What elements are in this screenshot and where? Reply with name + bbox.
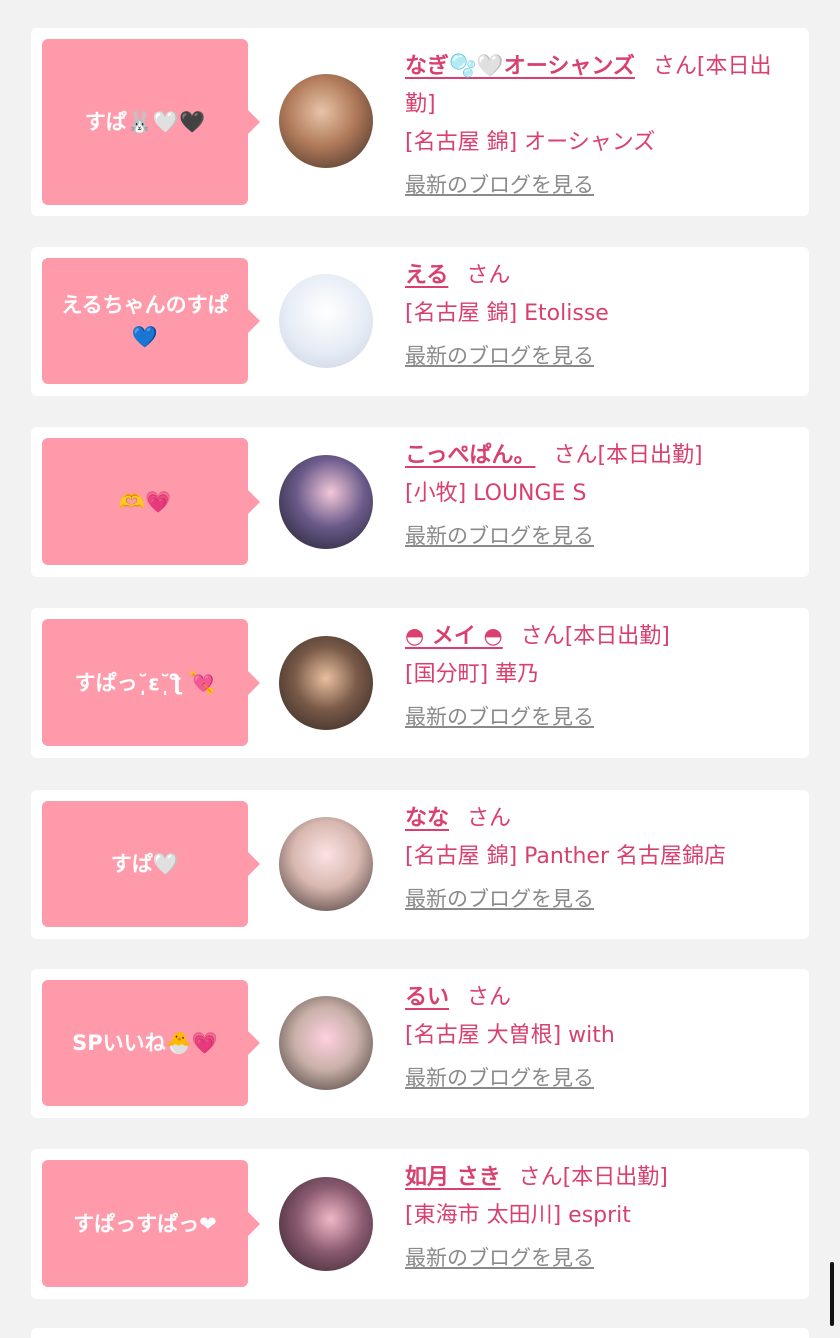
san-status: さん[本日出勤]: [553, 443, 703, 468]
latest-blog-link[interactable]: 最新のブログを見る: [405, 337, 594, 375]
blog-card: すぱ🐰🤍🖤 なぎ🫧🤍オーシャンズ さん[本日出勤] [名古屋 錦] オーシャンズ …: [31, 28, 809, 216]
cast-name-link[interactable]: なな: [405, 806, 449, 831]
shop-label: [小牧] LOUNGE S: [405, 481, 587, 506]
shop-label: [東海市 太田川] esprit: [405, 1203, 631, 1228]
blog-card: SPいいね🐣💗 るい さん [名古屋 大曽根] with 最新のブログを見る: [31, 969, 809, 1118]
san-status: さん[本日出勤]: [520, 624, 670, 649]
comment-text: すぱ🤍: [110, 852, 180, 876]
comment-bubble: すぱっ˘̩̩̩ε˘̩ƪ 💘: [42, 619, 260, 746]
cast-name-link[interactable]: るい: [405, 985, 449, 1010]
avatar[interactable]: [279, 996, 373, 1090]
comment-bubble: 🫶💗: [42, 438, 260, 565]
shop-label: [名古屋 錦] Panther 名古屋錦店: [405, 844, 726, 869]
comment-text: 🫶💗: [118, 489, 172, 514]
comment-bubble: えるちゃんのすぱ💙: [42, 258, 260, 384]
comment-bubble: SPいいね🐣💗: [42, 980, 260, 1106]
shop-label: [名古屋 錦] Etolisse: [405, 301, 609, 326]
avatar[interactable]: [279, 74, 373, 168]
comment-bubble: すぱ🐰🤍🖤: [42, 39, 260, 205]
shop-label: [国分町] 華乃: [405, 662, 540, 687]
comment-text: すぱ🐰🤍🖤: [84, 110, 206, 134]
blog-card: すぱっすぱっ❤ 如月 さき さん[本日出勤] [東海市 太田川] esprit 最…: [31, 1149, 809, 1299]
scrollbar[interactable]: [830, 1262, 834, 1326]
avatar[interactable]: [279, 817, 373, 911]
blog-card: 🫶💗 こっぺぱん。 さん[本日出勤] [小牧] LOUNGE S 最新のブログを見…: [31, 427, 809, 577]
avatar[interactable]: [279, 455, 373, 549]
avatar[interactable]: [279, 636, 373, 730]
cast-name-link[interactable]: 如月 さき: [405, 1165, 501, 1190]
latest-blog-link[interactable]: 最新のブログを見る: [405, 1059, 594, 1097]
latest-blog-link[interactable]: 最新のブログを見る: [405, 698, 594, 736]
san-status: さん[本日出勤]: [518, 1165, 668, 1190]
cast-name-link[interactable]: こっぺぱん。: [405, 443, 535, 468]
avatar[interactable]: [279, 274, 373, 368]
comment-text: えるちゃんのすぱ💙: [61, 293, 229, 349]
comment-bubble: すぱ🤍: [42, 801, 260, 927]
latest-blog-link[interactable]: 最新のブログを見る: [405, 517, 594, 555]
shop-label: [名古屋 錦] オーシャンズ: [405, 130, 656, 155]
shop-label: [名古屋 大曽根] with: [405, 1023, 615, 1048]
san-status: さん: [466, 263, 511, 288]
comment-text: すぱっすぱっ❤: [73, 1211, 217, 1236]
blog-card-partial: [31, 1328, 809, 1338]
comment-text: すぱっ˘̩̩̩ε˘̩ƪ 💘: [74, 670, 216, 695]
comment-bubble: すぱっすぱっ❤: [42, 1160, 260, 1287]
cast-name-link[interactable]: なぎ🫧🤍オーシャンズ: [405, 54, 635, 79]
blog-card: すぱっ˘̩̩̩ε˘̩ƪ 💘 ◓ メイ ◓ さん[本日出勤] [国分町] 華乃 最新…: [31, 608, 809, 758]
latest-blog-link[interactable]: 最新のブログを見る: [405, 166, 594, 204]
avatar[interactable]: [279, 1177, 373, 1271]
san-status: さん: [467, 806, 512, 831]
cast-name-link[interactable]: ◓ メイ ◓: [405, 624, 503, 649]
blog-card: えるちゃんのすぱ💙 える さん [名古屋 錦] Etolisse 最新のブログを見…: [31, 247, 809, 396]
comment-text: SPいいね🐣💗: [72, 1031, 218, 1055]
latest-blog-link[interactable]: 最新のブログを見る: [405, 880, 594, 918]
blog-card: すぱ🤍 なな さん [名古屋 錦] Panther 名古屋錦店 最新のブログを見る: [31, 790, 809, 939]
san-status: さん: [467, 985, 512, 1010]
latest-blog-link[interactable]: 最新のブログを見る: [405, 1239, 594, 1277]
cast-name-link[interactable]: える: [405, 263, 448, 288]
